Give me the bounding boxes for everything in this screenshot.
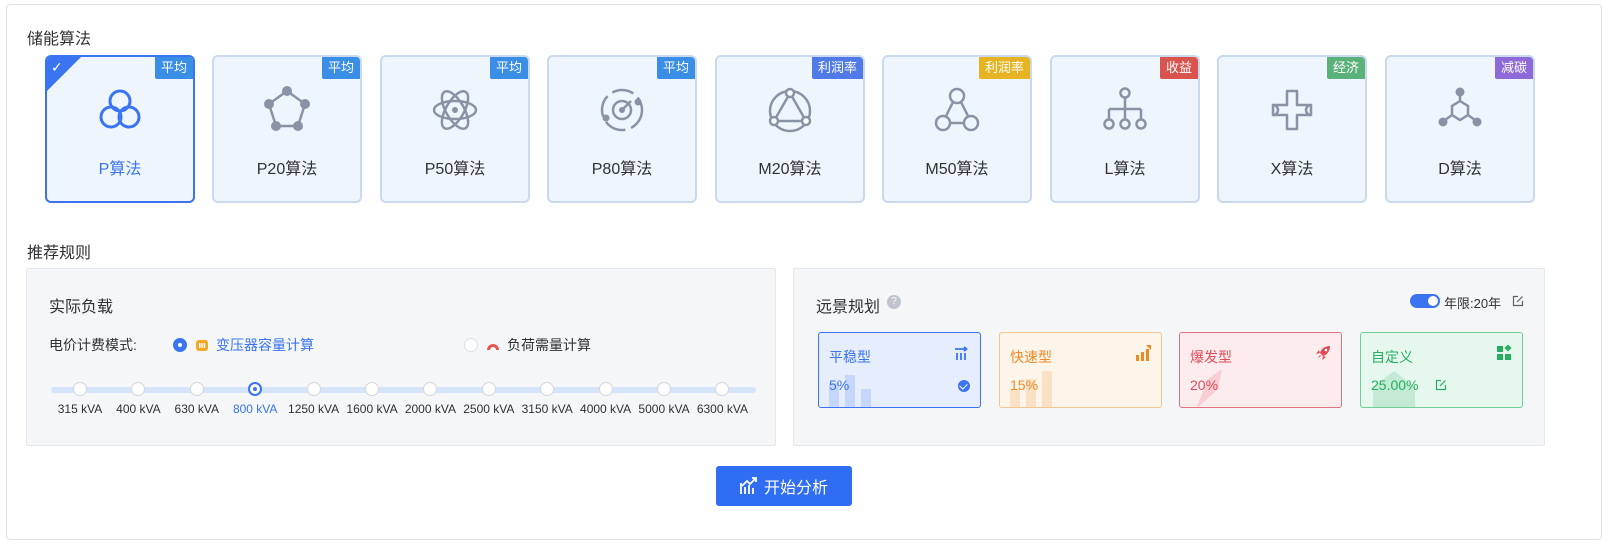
rules-section-title: 推荐规则 [27, 245, 92, 262]
pentagon-nodes-icon [264, 86, 310, 131]
algorithm-label: P50算法 [424, 161, 486, 178]
growth-type-name: 自定义 [1371, 349, 1413, 365]
radio-load-demand[interactable]: 负荷需量计算 [464, 335, 591, 355]
growth-type-value: 15% [1010, 377, 1039, 393]
three-circles-icon [99, 89, 141, 129]
edit-icon[interactable] [1435, 379, 1447, 391]
actual-load-panel: 实际负载 电价计费模式: 变压器容量计算 负荷需量计算 315 kVA 400 k… [26, 268, 776, 446]
triangle-nodes-icon [768, 87, 812, 133]
vision-planning-panel: 远景规划 ? 年限:20年 平稳型 5% 快速型 15% 爆发型 20% 自定义… [793, 268, 1545, 446]
growth-type-custom[interactable]: 自定义 25.00% [1360, 332, 1523, 408]
algorithm-tag: 平均 [321, 57, 360, 79]
atom-icon [432, 90, 478, 130]
molecule-icon [1438, 87, 1482, 127]
algorithm-card-l[interactable]: 收益 L算法 [1050, 55, 1200, 203]
algorithm-card-p80[interactable]: 平均 P80算法 [547, 55, 697, 203]
algorithm-tag: 平均 [489, 57, 528, 79]
growth-type-stable[interactable]: 平稳型 5% [818, 332, 981, 408]
algorithm-card-p[interactable]: ✓ 平均 P算法 [45, 55, 195, 203]
capacity-stop[interactable] [73, 382, 87, 396]
check-icon: ✓ [51, 59, 63, 75]
grid-apps-icon [1497, 345, 1512, 360]
growth-type-value: 5% [829, 377, 850, 393]
years-label: 年限:20年 [1444, 296, 1502, 311]
algorithm-label: D算法 [1438, 161, 1482, 178]
years-toggle[interactable] [1410, 294, 1440, 308]
capacity-stop[interactable] [540, 382, 555, 396]
algorithm-card-p50[interactable]: 平均 P50算法 [380, 55, 530, 203]
capacity-stop[interactable] [131, 382, 146, 396]
selected-check-icon [958, 380, 970, 392]
algorithm-label: L算法 [1104, 161, 1146, 178]
algorithm-card-d[interactable]: 减碳 D算法 [1385, 55, 1535, 203]
radio-dot [464, 338, 478, 352]
radio-dot [173, 338, 187, 352]
capacity-stop[interactable] [306, 382, 321, 396]
algorithm-tag: 平均 [154, 57, 193, 79]
rocket-icon [1316, 346, 1330, 360]
algorithm-tag: 经济 [1326, 57, 1365, 79]
algorithms-section-title: 储能算法 [27, 31, 92, 48]
algorithm-label: P80算法 [591, 161, 653, 178]
capacity-stop[interactable] [715, 382, 730, 396]
gauge-icon [487, 344, 499, 350]
network-nodes-icon [934, 87, 980, 132]
growth-type-burst[interactable]: 爆发型 20% [1179, 332, 1342, 408]
capacity-stop-label: 6300 kVA [696, 402, 748, 416]
algorithm-label: M20算法 [758, 161, 822, 178]
algorithm-tag: 平均 [656, 57, 695, 79]
start-analysis-label: 开始分析 [763, 480, 828, 497]
hierarchy-icon [1103, 87, 1147, 130]
growth-type-fast[interactable]: 快速型 15% [999, 332, 1162, 408]
growth-type-name: 平稳型 [829, 349, 871, 365]
algorithm-label: X算法 [1270, 161, 1314, 178]
start-analysis-button[interactable]: 开始分析 [716, 466, 852, 506]
algorithm-tag: 收益 [1159, 57, 1198, 79]
help-icon[interactable]: ? [887, 295, 901, 309]
vision-title: 远景规划 [816, 299, 881, 316]
bar-chart-up-icon [1136, 345, 1151, 361]
capacity-stop[interactable] [248, 382, 263, 396]
growth-type-value: 20% [1190, 377, 1219, 393]
capacity-stop[interactable] [189, 382, 204, 396]
algorithm-card-m20[interactable]: 利润率 M20算法 [715, 55, 865, 203]
capacity-stop[interactable] [365, 382, 379, 396]
transformer-icon [196, 340, 208, 351]
growth-type-name: 爆发型 [1190, 349, 1232, 365]
capacity-stop[interactable] [481, 382, 496, 396]
growth-type-value: 25.00% [1371, 377, 1419, 393]
algorithm-label: P20算法 [256, 161, 318, 178]
capacity-slider-track[interactable] [51, 387, 756, 393]
edit-icon[interactable] [1512, 295, 1524, 307]
algorithm-tag: 利润率 [811, 57, 863, 79]
algorithm-card-p20[interactable]: 平均 P20算法 [212, 55, 362, 203]
algorithm-tag: 减碳 [1494, 57, 1533, 79]
algorithm-tag: 利润率 [978, 57, 1030, 79]
algorithm-label: P算法 [98, 161, 142, 178]
actual-load-title: 实际负载 [49, 299, 114, 316]
orbit-icon [600, 88, 644, 132]
algorithm-card-list: ✓ 平均 P算法 平均 P20算法 平均 P50算法 平均 P80算法 利润率 … [45, 55, 1583, 205]
cross-loop-icon [1271, 89, 1313, 131]
trend-chart-icon [740, 477, 757, 494]
capacity-stop[interactable] [423, 382, 438, 396]
growth-type-name: 快速型 [1010, 349, 1052, 365]
capacity-stop[interactable] [598, 382, 613, 396]
radio-transformer-capacity[interactable]: 变压器容量计算 [173, 335, 314, 355]
radio-label: 变压器容量计算 [216, 337, 314, 353]
steady-trend-icon [955, 346, 968, 360]
capacity-stop[interactable] [657, 382, 671, 396]
billing-mode-label: 电价计费模式: [49, 337, 137, 353]
algorithm-card-x[interactable]: 经济 X算法 [1217, 55, 1367, 203]
algorithm-label: M50算法 [925, 161, 989, 178]
radio-label: 负荷需量计算 [507, 337, 591, 353]
algorithm-card-m50[interactable]: 利润率 M50算法 [882, 55, 1032, 203]
